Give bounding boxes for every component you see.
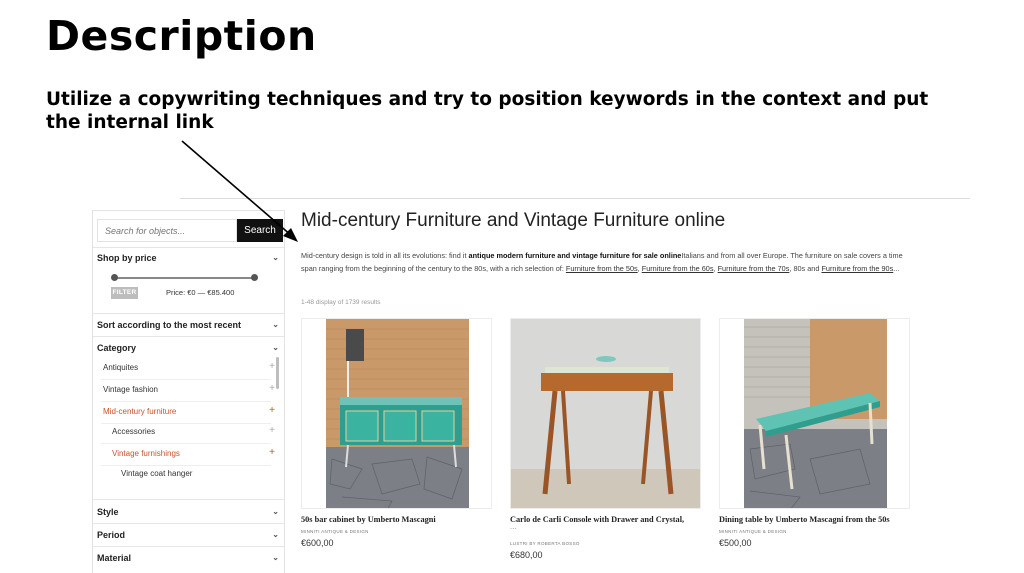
chevron-down-icon: ⌄ (272, 553, 279, 562)
category-item-vintage-furnishings[interactable]: Vintage furnishings + (93, 445, 279, 466)
desc-ellipsis: ... (893, 264, 900, 273)
category-description: Mid-century design is told in all its ev… (301, 249, 905, 275)
style-header[interactable]: Style ⌄ (97, 507, 281, 517)
sort-label: Sort according to the most recent (97, 320, 242, 330)
desc-separator: , 80s and (789, 264, 822, 273)
plus-icon[interactable]: + (269, 383, 275, 394)
product-card[interactable] (719, 318, 910, 509)
search-bar: Search (97, 219, 283, 242)
slide-subtitle: Utilize a copywriting techniques and try… (46, 89, 929, 133)
link-70s[interactable]: Furniture from the 70s (718, 264, 790, 273)
category-label: Category (97, 343, 137, 353)
slide-title: Description (46, 12, 317, 60)
price-slider-track[interactable] (113, 277, 257, 279)
product-price: €500,00 (719, 538, 752, 548)
product-image-console[interactable] (511, 319, 701, 509)
category-header[interactable]: Category ⌄ (97, 343, 281, 353)
product-title[interactable]: Dining table by Umberto Mascagni from th… (719, 515, 890, 524)
plus-icon[interactable]: + (269, 405, 275, 416)
divider (93, 499, 284, 500)
product-seller[interactable]: MINNITI ANTIQUE & DESIGN (301, 529, 369, 534)
results-count: 1-48 display of 1739 results (301, 299, 381, 306)
period-label: Period (97, 530, 126, 540)
product-image-dining-table[interactable] (720, 319, 910, 509)
material-header[interactable]: Material ⌄ (97, 553, 281, 563)
category-item-label: Vintage furnishings (112, 449, 180, 458)
category-item-antiquites[interactable]: Antiquites + (93, 359, 279, 380)
category-item-vintage-fashion[interactable]: Vintage fashion + (93, 381, 279, 402)
search-input[interactable] (97, 219, 237, 242)
link-50s[interactable]: Furniture from the 50s (566, 264, 638, 273)
sort-header[interactable]: Sort according to the most recent ⌄ (97, 320, 281, 330)
search-button[interactable]: Search (237, 219, 283, 242)
page-title: Mid-century Furniture and Vintage Furnit… (301, 210, 726, 231)
chevron-down-icon: ⌄ (272, 343, 279, 352)
chevron-down-icon: ⌄ (272, 253, 279, 262)
plus-icon[interactable]: + (269, 447, 275, 458)
category-item-label: Vintage fashion (103, 385, 159, 394)
shop-by-price-header[interactable]: Shop by price ⌄ (97, 253, 281, 263)
divider (93, 523, 284, 524)
plus-icon[interactable]: + (269, 361, 275, 372)
divider (93, 313, 284, 314)
page-top-rule (180, 198, 970, 199)
category-scrollbar[interactable] (276, 357, 279, 389)
link-90s[interactable]: Furniture from the 90s (821, 264, 893, 273)
chevron-down-icon: ⌄ (272, 507, 279, 516)
category-item-label: Accessories (112, 427, 156, 436)
category-item-label: Mid-century furniture (103, 407, 177, 416)
divider (93, 247, 284, 248)
price-slider-max-handle[interactable] (251, 274, 258, 281)
period-header[interactable]: Period ⌄ (97, 530, 281, 540)
product-price: €680,00 (510, 550, 543, 560)
product-seller[interactable]: LUSTRI BY ROBERTA BOSSO (510, 541, 580, 546)
chevron-down-icon: ⌄ (272, 320, 279, 329)
material-label: Material (97, 553, 132, 563)
category-item-mid-century-furniture[interactable]: Mid-century furniture + (93, 403, 279, 424)
filter-button[interactable]: FILTER (111, 287, 138, 299)
product-card[interactable] (510, 318, 701, 509)
link-60s[interactable]: Furniture from the 60s (642, 264, 714, 273)
product-image-bar-cabinet[interactable] (302, 319, 492, 509)
product-title[interactable]: Carlo de Carli Console with Drawer and C… (510, 515, 684, 524)
price-range-label: Price: €0 — €85.400 (166, 288, 235, 297)
price-slider-min-handle[interactable] (111, 274, 118, 281)
shop-by-price-label: Shop by price (97, 253, 157, 263)
style-label: Style (97, 507, 119, 517)
product-price: €600,00 (301, 538, 334, 548)
product-card[interactable] (301, 318, 492, 509)
divider (93, 336, 284, 337)
category-item-accessories[interactable]: Accessories + (93, 423, 279, 444)
product-seller[interactable]: MINNITI ANTIQUE & DESIGN (719, 529, 787, 534)
chevron-down-icon: ⌄ (272, 530, 279, 539)
divider (93, 546, 284, 547)
category-item-label: Vintage coat hanger (121, 469, 193, 478)
product-title[interactable]: 50s bar cabinet by Umberto Mascagni (301, 515, 436, 524)
category-item-label: Antiquites (103, 363, 139, 372)
category-item-vintage-coat-hanger[interactable]: Vintage coat hanger (93, 465, 279, 486)
product-title-continued: ... (510, 524, 517, 531)
desc-intro: Mid-century design is told in all its ev… (301, 251, 469, 260)
desc-keyword: antique modern furniture and vintage fur… (468, 251, 682, 260)
filter-sidebar: Search Shop by price ⌄ FILTER Price: €0 … (92, 210, 285, 573)
plus-icon[interactable]: + (269, 425, 275, 436)
